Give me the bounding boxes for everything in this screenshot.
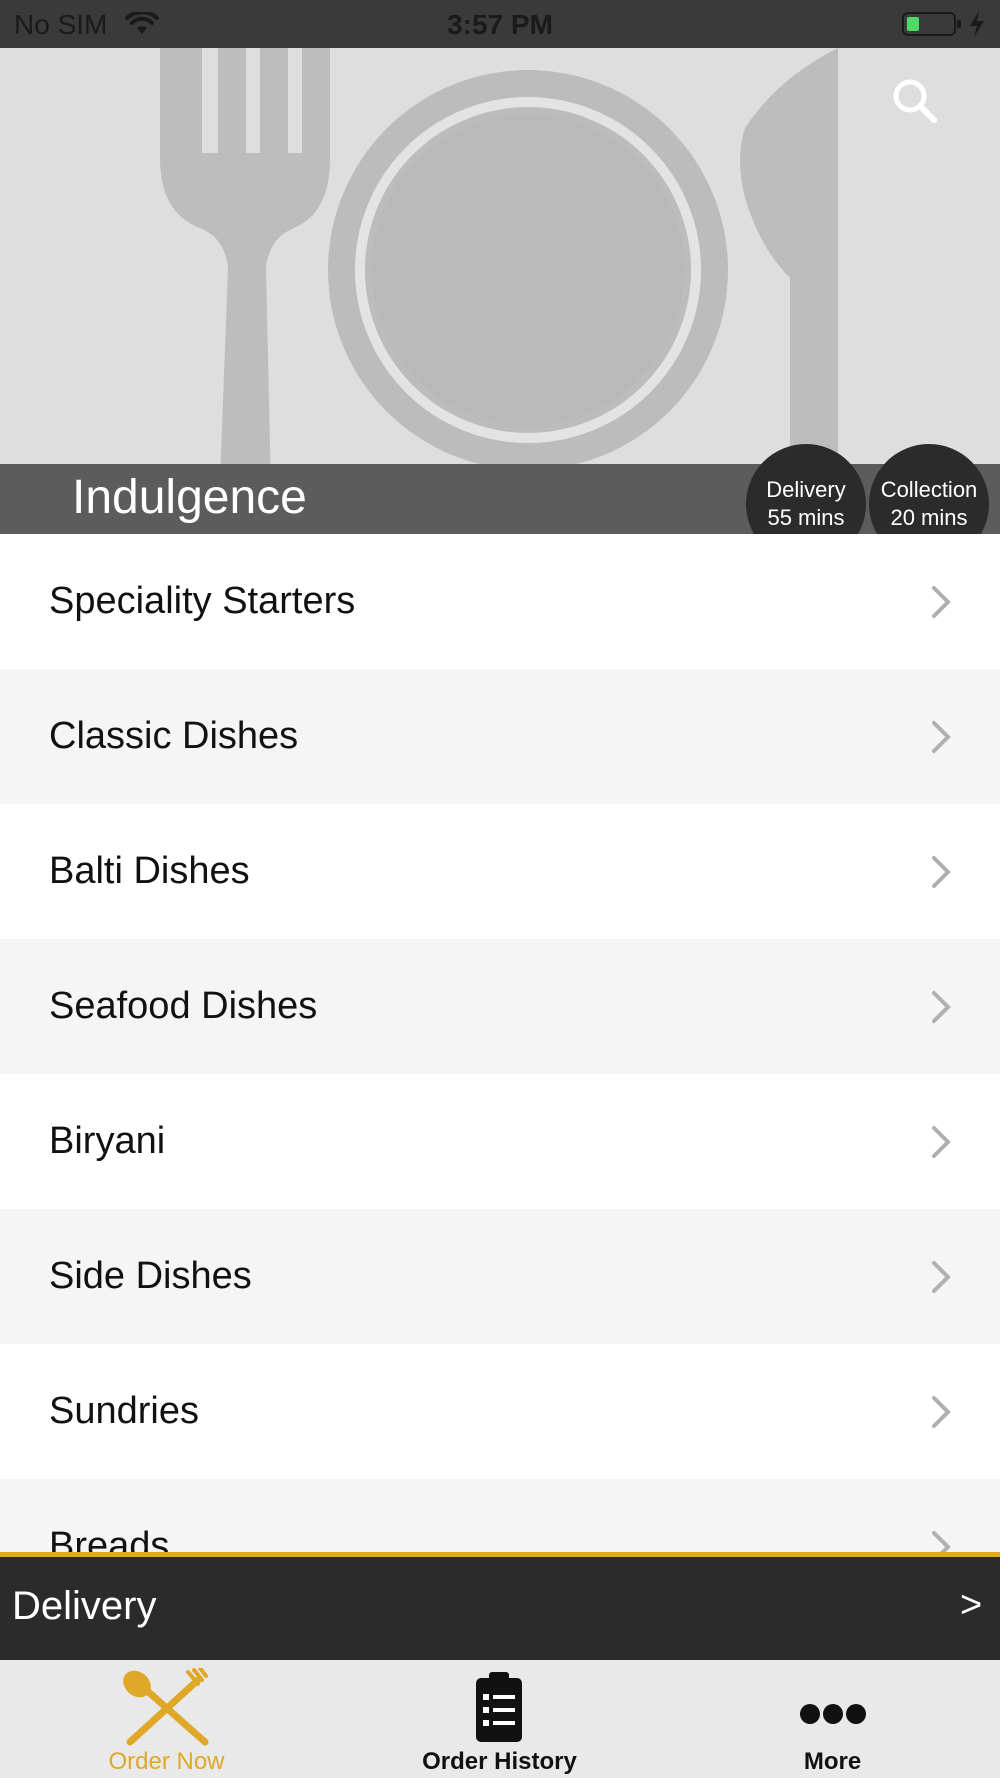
tab-more[interactable]: More: [666, 1660, 999, 1778]
category-list: Speciality Starters Classic Dishes Balti…: [0, 534, 1000, 1555]
category-label: Breads: [49, 1525, 170, 1555]
tab-label: Order History: [422, 1748, 577, 1775]
more-dots-icon: [666, 1668, 999, 1748]
category-label: Classic Dishes: [49, 715, 299, 757]
chevron-right-icon: [928, 1394, 956, 1435]
tab-label: More: [803, 1748, 862, 1775]
search-button[interactable]: [888, 74, 942, 128]
category-item-classic-dishes[interactable]: Classic Dishes: [0, 669, 1000, 804]
collection-badge-time: 20 mins: [890, 505, 968, 530]
category-label: Sundries: [49, 1390, 199, 1432]
chevron-right-icon: [928, 854, 956, 895]
status-bar: No SIM 3:57 PM: [0, 0, 1000, 48]
chevron-right-icon: [928, 1124, 956, 1165]
cutlery-placeholder-image: [160, 48, 838, 534]
chevron-right-icon: [928, 584, 956, 625]
hero-banner: Indulgence Delivery 55 mins Collection 2…: [0, 48, 1000, 534]
delivery-badge-label: Delivery: [766, 477, 846, 502]
category-item-sundries[interactable]: Sundries: [0, 1344, 1000, 1479]
delivery-badge-time: 55 mins: [767, 505, 845, 530]
search-icon: [893, 79, 937, 123]
category-label: Seafood Dishes: [49, 985, 318, 1027]
clock-label: 3:57 PM: [447, 9, 553, 40]
charging-icon: [968, 10, 986, 43]
category-item-balti-dishes[interactable]: Balti Dishes: [0, 804, 1000, 939]
clipboard-list-icon: [333, 1668, 666, 1748]
restaurant-name: Indulgence: [72, 471, 307, 524]
category-item-breads[interactable]: Breads: [0, 1479, 1000, 1555]
category-item-speciality-starters[interactable]: Speciality Starters: [0, 534, 1000, 669]
category-label: Speciality Starters: [49, 580, 356, 622]
tab-order-history[interactable]: Order History: [333, 1660, 666, 1778]
category-label: Side Dishes: [49, 1255, 252, 1297]
order-mode-arrow: >: [960, 1584, 983, 1626]
order-mode-label: Delivery: [12, 1584, 157, 1628]
category-item-side-dishes[interactable]: Side Dishes: [0, 1209, 1000, 1344]
battery-icon: [902, 12, 962, 41]
category-label: Biryani: [49, 1120, 166, 1162]
chevron-right-icon: [928, 719, 956, 760]
fork-spoon-icon: [0, 1666, 333, 1748]
category-label: Balti Dishes: [49, 850, 250, 892]
category-item-biryani[interactable]: Biryani: [0, 1074, 1000, 1209]
tab-bar: Order Now Order History More: [0, 1660, 1000, 1778]
chevron-right-icon: [928, 989, 956, 1030]
tab-order-now[interactable]: Order Now: [0, 1660, 333, 1778]
chevron-right-icon: [928, 1259, 956, 1300]
order-mode-bar[interactable]: Delivery >: [0, 1552, 1000, 1660]
collection-badge-label: Collection: [880, 477, 978, 502]
tab-label: Order Now: [108, 1748, 225, 1775]
category-item-seafood-dishes[interactable]: Seafood Dishes: [0, 939, 1000, 1074]
